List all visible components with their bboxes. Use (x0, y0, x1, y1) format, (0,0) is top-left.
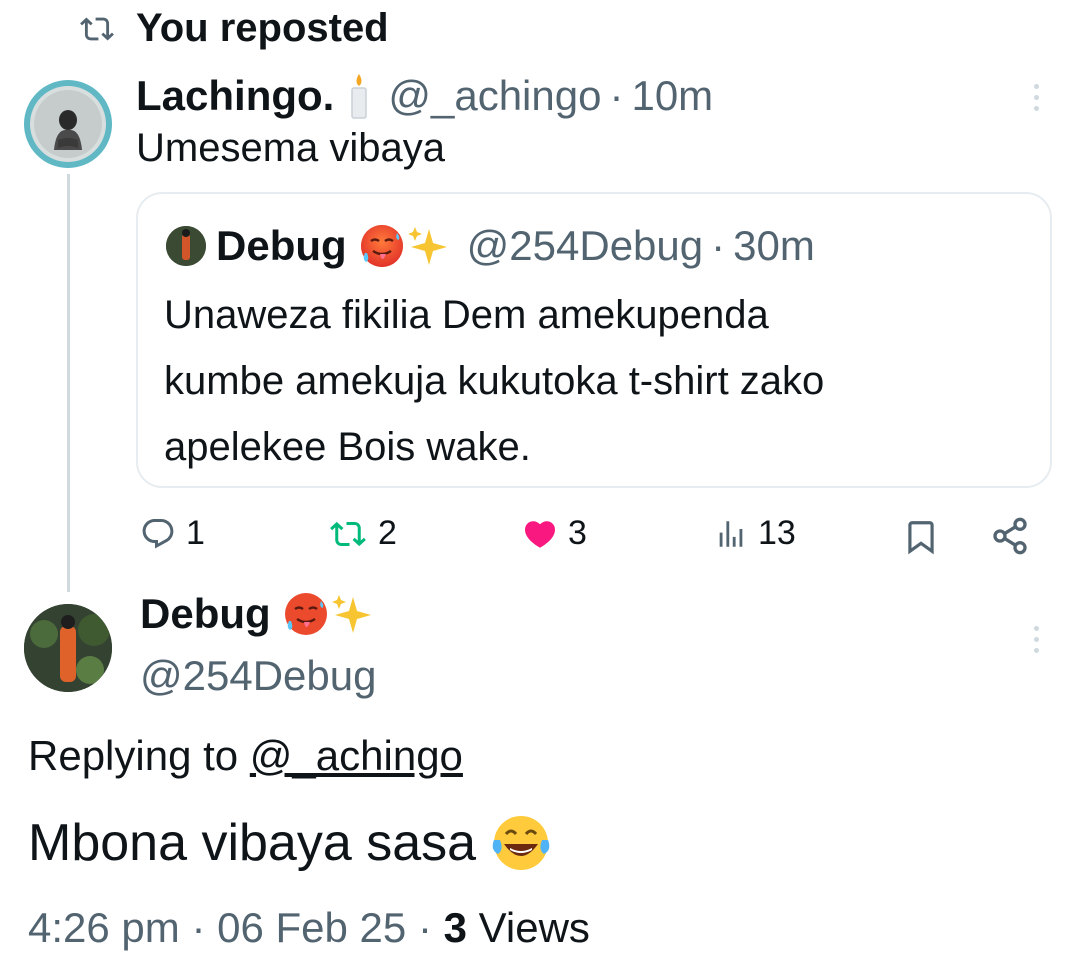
reply-button[interactable]: 1 (140, 514, 205, 553)
repost-icon (80, 17, 114, 41)
replying-to-handle[interactable]: @_achingo (250, 732, 463, 779)
repost-count: 2 (378, 514, 397, 552)
quote-separator: · (711, 222, 726, 269)
quote-text: Unaweza fikilia Dem amekupenda kumbe ame… (164, 282, 824, 480)
replying-to-label: Replying to (28, 732, 239, 779)
timestamp[interactable]: 10m (631, 72, 713, 120)
tears-of-joy-emoji (492, 816, 550, 870)
reply-count: 1 (186, 514, 205, 552)
share-icon[interactable] (990, 516, 1030, 556)
more-options-icon[interactable] (1032, 626, 1040, 653)
quote-avatar (166, 226, 206, 266)
bookmark-icon[interactable] (902, 518, 940, 556)
more-options-icon[interactable] (1032, 84, 1040, 111)
quote-text-line: Unaweza fikilia Dem amekupenda (164, 293, 769, 337)
separator: · (609, 72, 624, 119)
handle[interactable]: @_achingo (388, 72, 601, 120)
display-name[interactable]: Lachingo. (136, 72, 334, 120)
candle-icon (351, 74, 368, 119)
hot-face-emoji (360, 225, 403, 267)
quote-text-line: kumbe amekuja kukutoka t-shirt zako (164, 359, 825, 403)
hot-face-emoji (284, 593, 327, 635)
reply-icon (142, 518, 174, 549)
tweet-views-label[interactable]: Views (479, 904, 590, 951)
quote-timestamp: 30m (733, 222, 815, 269)
thread-line (67, 174, 70, 592)
tweet-views-count[interactable]: 3 (444, 904, 467, 951)
heart-icon (524, 520, 556, 548)
meta-separator: · (191, 904, 206, 951)
quoted-tweet[interactable]: Debug @254Debug · 30m Unaweza fikilia De… (136, 192, 1052, 488)
meta-separator: · (417, 904, 432, 951)
reply-avatar[interactable] (24, 604, 112, 692)
reply-display-name[interactable]: Debug (140, 590, 271, 638)
like-button[interactable]: 3 (522, 514, 587, 553)
tweet-date: 06 Feb 25 (217, 904, 407, 951)
sparkles-emoji (407, 227, 447, 265)
quote-text-line: apelekee Bois wake. (164, 425, 531, 469)
avatar[interactable] (24, 80, 112, 168)
quote-display-name: Debug (216, 222, 347, 269)
tweet-meta: 4:26 pm · 06 Feb 25 · 3 Views (28, 904, 590, 952)
tweet-time: 4:26 pm (28, 904, 180, 951)
analytics-icon (719, 520, 743, 547)
views-button[interactable]: 13 (714, 514, 796, 553)
repost-label: You reposted (136, 6, 389, 50)
sparkles-emoji (331, 595, 371, 633)
quote-handle: @254Debug (466, 222, 704, 269)
reply-handle[interactable]: @254Debug (140, 652, 376, 700)
tweet-text: Umesema vibaya (136, 126, 446, 170)
reply-text: Mbona vibaya sasa (28, 814, 477, 872)
repost-button[interactable]: 2 (328, 514, 397, 553)
like-count: 3 (568, 514, 587, 552)
repost-icon (330, 521, 366, 546)
views-count: 13 (758, 514, 796, 552)
